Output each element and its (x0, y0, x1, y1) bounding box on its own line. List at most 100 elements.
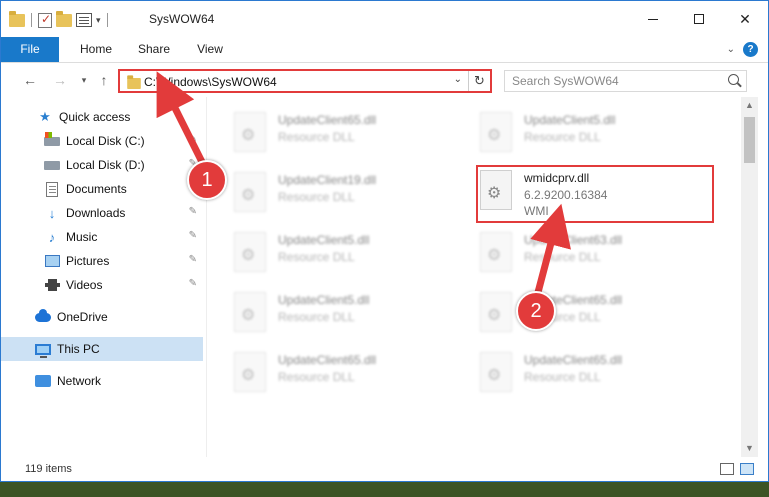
maximize-button[interactable] (676, 1, 722, 37)
dll-file-icon (234, 352, 266, 392)
file-name: UpdateClient65.dll (278, 113, 377, 127)
dll-file-icon (234, 172, 266, 212)
help-icon[interactable]: ? (743, 42, 758, 57)
file-name: UpdateClient63.dll (524, 233, 623, 247)
recent-locations-icon[interactable]: ▾ (75, 71, 93, 89)
new-folder-icon[interactable] (56, 10, 72, 27)
dll-file-icon (234, 232, 266, 272)
minimize-button[interactable] (630, 1, 676, 37)
search-input[interactable] (505, 71, 715, 91)
sidebar-item-label: Documents (66, 182, 127, 196)
tab-view[interactable]: View (187, 37, 233, 62)
downloads-icon: ↓ (48, 205, 56, 221)
window-title: SysWOW64 (149, 12, 215, 26)
sidebar-item-label: Local Disk (D:) (66, 158, 145, 172)
address-path[interactable]: C:\Windows\SysWOW64 (144, 75, 277, 89)
tab-file[interactable]: File (1, 37, 59, 62)
folder-icon (9, 10, 25, 27)
file-name: UpdateClient5.dll (278, 233, 370, 247)
item-count: 119 items (25, 463, 72, 475)
list-item[interactable]: UpdateClient5.dll Resource DLL (454, 103, 690, 157)
pin-icon[interactable]: ✎ (189, 206, 197, 217)
list-item[interactable]: UpdateClient5.dll Resource DLL (208, 223, 444, 277)
videos-icon (44, 277, 60, 293)
sidebar-item-this-pc[interactable]: This PC (1, 337, 203, 361)
close-button[interactable]: ✕ (722, 1, 768, 37)
sidebar-item-network[interactable]: Network (1, 369, 203, 393)
tiles-view-icon[interactable] (740, 463, 754, 475)
close-icon: ✕ (739, 10, 751, 27)
chevron-down-icon[interactable]: ⌄ (454, 74, 462, 85)
file-description: Resource DLL (278, 250, 355, 264)
details-view-icon[interactable] (720, 463, 734, 475)
sidebar-item-label: Music (66, 230, 98, 244)
file-name: UpdateClient65.dll (524, 353, 623, 367)
sidebar-item-documents[interactable]: Documents ✎ (1, 177, 203, 201)
sidebar-item-local-disk-d[interactable]: Local Disk (D:) ✎ (1, 153, 203, 177)
step-badge-2: 2 (516, 291, 556, 331)
list-item[interactable]: UpdateClient65.dll Resource DLL (454, 283, 690, 337)
sidebar-item-pictures[interactable]: Pictures ✎ (1, 249, 203, 273)
sidebar-item-label: This PC (57, 342, 100, 356)
ribbon-controls: ⌄ ? (727, 42, 758, 57)
forward-arrow-icon[interactable]: → (51, 71, 69, 89)
pin-icon[interactable]: ✎ (189, 254, 197, 265)
sidebar-item-label: Downloads (66, 206, 126, 220)
search-box[interactable] (504, 70, 747, 92)
network-icon (35, 373, 51, 389)
expand-ribbon-icon[interactable]: ⌄ (727, 44, 735, 55)
sidebar-item-label: OneDrive (57, 310, 108, 324)
properties-checkmark-icon[interactable] (38, 12, 52, 28)
sidebar-item-label: Quick access (59, 110, 131, 124)
file-name: UpdateClient5.dll (524, 113, 616, 127)
disk-icon (44, 131, 60, 149)
list-item[interactable]: UpdateClient65.dll Resource DLL (454, 343, 690, 397)
dll-file-icon (480, 112, 512, 152)
star-icon: ★ (39, 109, 51, 124)
list-item[interactable]: UpdateClient19.dll Resource DLL (208, 163, 444, 217)
sidebar-item-label: Local Disk (C:) (66, 134, 145, 148)
pin-icon[interactable]: ✎ (189, 134, 197, 145)
up-arrow-icon[interactable]: ↑ (95, 71, 113, 89)
dll-file-icon (480, 352, 512, 392)
sidebar-item-onedrive[interactable]: OneDrive (1, 305, 203, 329)
quick-access-toolbar: ▾ (9, 10, 110, 29)
toolbar-separator (106, 13, 108, 27)
tab-home[interactable]: Home (71, 37, 121, 62)
refresh-icon[interactable]: ↻ (468, 71, 490, 91)
address-bar[interactable]: C:\Windows\SysWOW64 ⌄ ↻ (118, 69, 492, 93)
sidebar-item-music[interactable]: ♪ Music ✎ (1, 225, 203, 249)
highlight-box (476, 165, 714, 223)
file-description: Resource DLL (278, 190, 355, 204)
pin-icon[interactable]: ✎ (189, 278, 197, 289)
scroll-up-icon[interactable]: ▲ (741, 97, 758, 114)
scroll-down-icon[interactable]: ▼ (741, 440, 758, 457)
customize-view-icon[interactable] (76, 13, 92, 27)
list-item[interactable]: UpdateClient63.dll Resource DLL (454, 223, 690, 277)
pictures-icon (44, 253, 60, 269)
file-description: Resource DLL (524, 370, 601, 384)
list-item[interactable]: UpdateClient5.dll Resource DLL (208, 283, 444, 337)
chevron-down-icon[interactable]: ▾ (96, 15, 101, 26)
pin-icon[interactable]: ✎ (189, 230, 197, 241)
back-arrow-icon[interactable]: ← (21, 71, 39, 89)
scroll-thumb[interactable] (744, 117, 755, 163)
sidebar-item-quick-access[interactable]: ★ Quick access (1, 105, 203, 129)
tab-share[interactable]: Share (131, 37, 177, 62)
toolbar-separator (31, 13, 32, 27)
navigation-pane: ★ Quick access Local Disk (C:) ✎ Local D… (1, 97, 207, 457)
music-icon: ♪ (48, 229, 56, 245)
sidebar-item-downloads[interactable]: ↓ Downloads ✎ (1, 201, 203, 225)
vertical-scrollbar[interactable]: ▲ ▼ (741, 97, 758, 457)
dll-file-icon (480, 232, 512, 272)
this-pc-icon (35, 341, 51, 358)
list-item[interactable]: UpdateClient65.dll Resource DLL (208, 343, 444, 397)
sidebar-item-label: Videos (66, 278, 103, 292)
search-icon[interactable] (728, 74, 739, 85)
sidebar-item-label: Network (57, 374, 102, 388)
list-item[interactable]: UpdateClient65.dll Resource DLL (208, 103, 444, 157)
maximize-icon (694, 14, 704, 24)
minimize-icon (648, 18, 658, 20)
sidebar-item-videos[interactable]: Videos ✎ (1, 273, 203, 297)
sidebar-item-local-disk-c[interactable]: Local Disk (C:) ✎ (1, 129, 203, 153)
